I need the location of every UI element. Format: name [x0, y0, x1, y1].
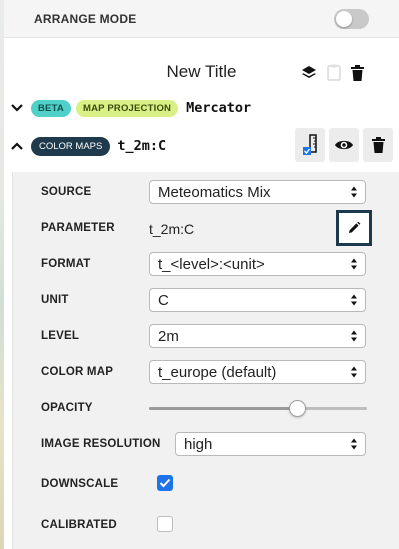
level-label: LEVEL [41, 330, 80, 342]
legend-button[interactable] [295, 128, 325, 162]
level-select[interactable]: 2m [149, 324, 366, 348]
image-resolution-select[interactable]: high [175, 432, 366, 456]
arrange-mode-toggle[interactable] [334, 8, 369, 29]
layer-panel: ARRANGE MODE New Title BETA MAP PROJECTI… [4, 0, 399, 549]
parameter-label: PARAMETER [41, 222, 115, 234]
pencil-icon [349, 221, 361, 233]
beta-badge: BETA [31, 99, 71, 117]
unit-value: C [158, 291, 169, 309]
unit-label: UNIT [41, 294, 69, 306]
opacity-slider-handle[interactable] [288, 400, 306, 417]
select-arrows-icon [351, 258, 357, 270]
parameter-value: t_2m:C [149, 221, 195, 237]
chevron-up-icon[interactable] [8, 137, 26, 155]
legend-icon [303, 134, 317, 155]
color-map-select[interactable]: t_europe (default) [149, 360, 366, 384]
calibrated-label: CALIBRATED [41, 519, 117, 531]
format-select[interactable]: t_<level>:<unit> [149, 252, 366, 276]
arrange-mode-bar: ARRANGE MODE [4, 0, 399, 38]
trash-icon[interactable] [351, 64, 364, 81]
source-value: Meteomatics Mix [158, 183, 271, 201]
image-resolution-label: IMAGE RESOLUTION [41, 438, 161, 450]
level-value: 2m [158, 327, 179, 345]
unit-select[interactable]: C [149, 288, 366, 312]
source-select[interactable]: Meteomatics Mix [149, 180, 366, 204]
select-arrows-icon [351, 330, 357, 342]
opacity-label: OPACITY [41, 402, 93, 414]
trash-icon [371, 137, 385, 153]
map-projection-row[interactable]: BETA MAP PROJECTION Mercator [4, 97, 251, 119]
edit-parameter-button[interactable] [336, 210, 372, 246]
visibility-button[interactable] [329, 128, 359, 162]
map-projection-badge: MAP PROJECTION [75, 99, 179, 117]
select-arrows-icon [351, 366, 357, 378]
toggle-knob [336, 10, 352, 27]
projection-value: Mercator [186, 100, 252, 116]
delete-layer-button[interactable] [363, 128, 393, 162]
source-label: SOURCE [41, 186, 92, 198]
eye-icon [335, 140, 353, 150]
image-resolution-value: high [184, 435, 213, 453]
clipboard-icon[interactable] [327, 64, 341, 81]
arrange-mode-label: ARRANGE MODE [34, 11, 137, 26]
layer-name: t_2m:C [117, 138, 167, 154]
downscale-label: DOWNSCALE [41, 478, 119, 490]
title-actions [301, 64, 364, 81]
downscale-checkbox[interactable] [157, 475, 173, 491]
chevron-down-icon[interactable] [8, 99, 26, 117]
select-arrows-icon [351, 294, 357, 306]
color-map-label: COLOR MAP [41, 366, 114, 378]
calibrated-checkbox[interactable] [157, 516, 173, 532]
select-arrows-icon [351, 438, 357, 450]
checkmark-icon [159, 478, 171, 488]
layer-settings: SOURCE Meteomatics Mix PARAMETER t_2m:C … [12, 172, 399, 549]
layers-icon[interactable] [301, 65, 317, 81]
format-value: t_<level>:<unit> [158, 255, 265, 273]
layer-header-row[interactable]: COLOR MAPS t_2m:C [4, 128, 399, 164]
opacity-slider-fill [149, 407, 298, 410]
format-label: FORMAT [41, 258, 91, 270]
select-arrows-icon [351, 186, 357, 198]
color-maps-badge: COLOR MAPS [31, 136, 111, 156]
layer-actions [295, 128, 393, 162]
color-map-value: t_europe (default) [158, 363, 277, 381]
